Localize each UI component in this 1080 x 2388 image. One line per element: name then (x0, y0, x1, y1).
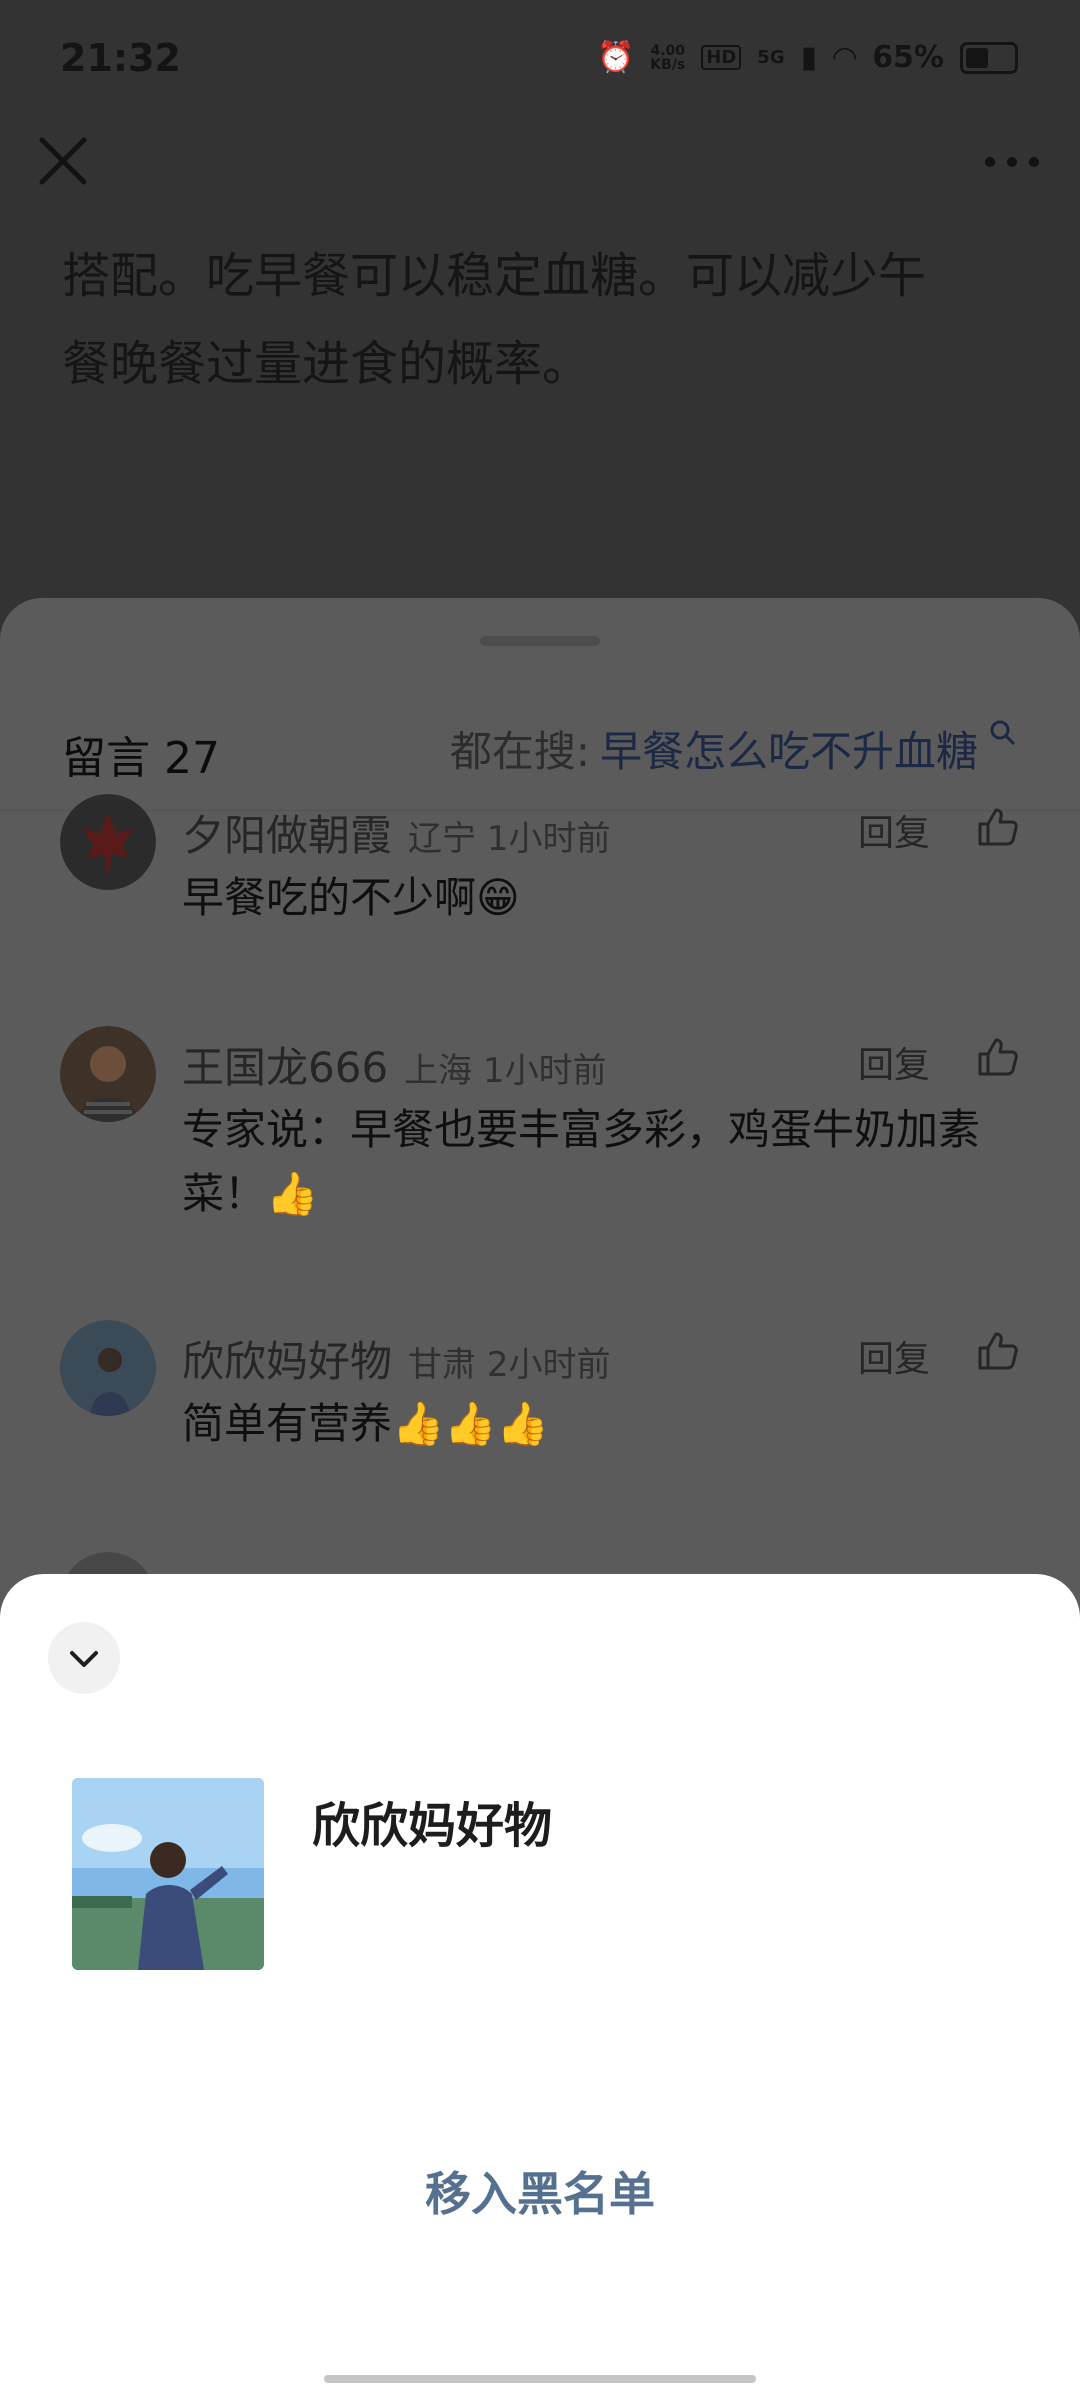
reply-button[interactable]: 回复 (858, 1330, 930, 1382)
battery-percent: 65% (872, 40, 944, 75)
comment-author-name[interactable]: 欣欣妈好物 (182, 1337, 392, 1386)
user-action-panel (0, 1574, 1080, 2388)
article-text: 搭配。吃早餐可以稳定血糖。可以减少午 餐晚餐过量进食的概率。 (62, 232, 1022, 408)
user-profile-image[interactable] (72, 1778, 264, 1970)
hd-badge: HD (701, 45, 742, 70)
comment-text: 专家说：早餐也要丰富多彩，鸡蛋牛奶加素菜！👍 (182, 1105, 981, 1218)
close-icon[interactable] (34, 132, 92, 190)
user-name: 欣欣妈好物 (312, 1798, 553, 1854)
comment-text: 早餐吃的不少啊😁 (182, 873, 520, 922)
status-time: 21:32 (60, 36, 181, 80)
comment-meta: 辽宁 1小时前 (408, 819, 611, 859)
search-icon (990, 720, 1016, 746)
avatar[interactable] (60, 1320, 156, 1416)
comment-meta: 甘肃 2小时前 (408, 1345, 611, 1385)
status-bar: 21:32 ⏰ 4.00 KB/s HD 5G ▮ ◠ 65% (0, 0, 1080, 110)
chevron-down-icon[interactable] (48, 1622, 120, 1694)
avatar[interactable] (60, 1026, 156, 1122)
comment-author[interactable]: 欣欣妈好物 甘肃 2小时前 (182, 1328, 610, 1389)
comment-meta: 上海 1小时前 (404, 1051, 607, 1091)
trending-search[interactable]: 都在搜: 早餐怎么吃不升血糖 (450, 718, 1018, 779)
like-icon[interactable] (976, 804, 1020, 848)
sheet-grabber[interactable] (480, 636, 600, 646)
wifi-icon: ◠ (833, 40, 857, 75)
comment-author[interactable]: 夕阳做朝霞 辽宁 1小时前 (182, 802, 610, 863)
article-line: 餐晚餐过量进食的概率。 (62, 336, 591, 392)
network-type: 5G (757, 47, 785, 68)
more-icon[interactable] (982, 140, 1042, 180)
alarm-icon: ⏰ (596, 40, 635, 75)
net-speed: 4.00 KB/s (650, 42, 686, 73)
search-keyword[interactable]: 早餐怎么吃不升血糖 (600, 718, 978, 779)
avatar[interactable] (60, 794, 156, 890)
search-prefix: 都在搜: (449, 727, 590, 776)
like-icon[interactable] (976, 1034, 1020, 1078)
reply-button[interactable]: 回复 (858, 804, 930, 856)
battery-icon (960, 41, 1018, 74)
signal-icon: ▮ (800, 40, 818, 75)
home-indicator[interactable] (324, 2375, 756, 2383)
add-to-blacklist-button[interactable]: 移入黑名单 (0, 2158, 1080, 2224)
article-line: 搭配。吃早餐可以稳定血糖。可以减少午 (62, 248, 927, 304)
comment-text: 简单有营养👍👍👍 (182, 1399, 549, 1448)
comment-count: 留言 27 (62, 733, 220, 784)
comment-author-name[interactable]: 夕阳做朝霞 (182, 811, 392, 860)
comment-author[interactable]: 王国龙666 上海 1小时前 (182, 1034, 607, 1095)
like-icon[interactable] (976, 1328, 1020, 1372)
reply-button[interactable]: 回复 (858, 1036, 930, 1088)
comment-author-name[interactable]: 王国龙666 (182, 1043, 388, 1092)
status-icons: ⏰ 4.00 KB/s HD 5G ▮ ◠ 65% (597, 40, 1018, 75)
